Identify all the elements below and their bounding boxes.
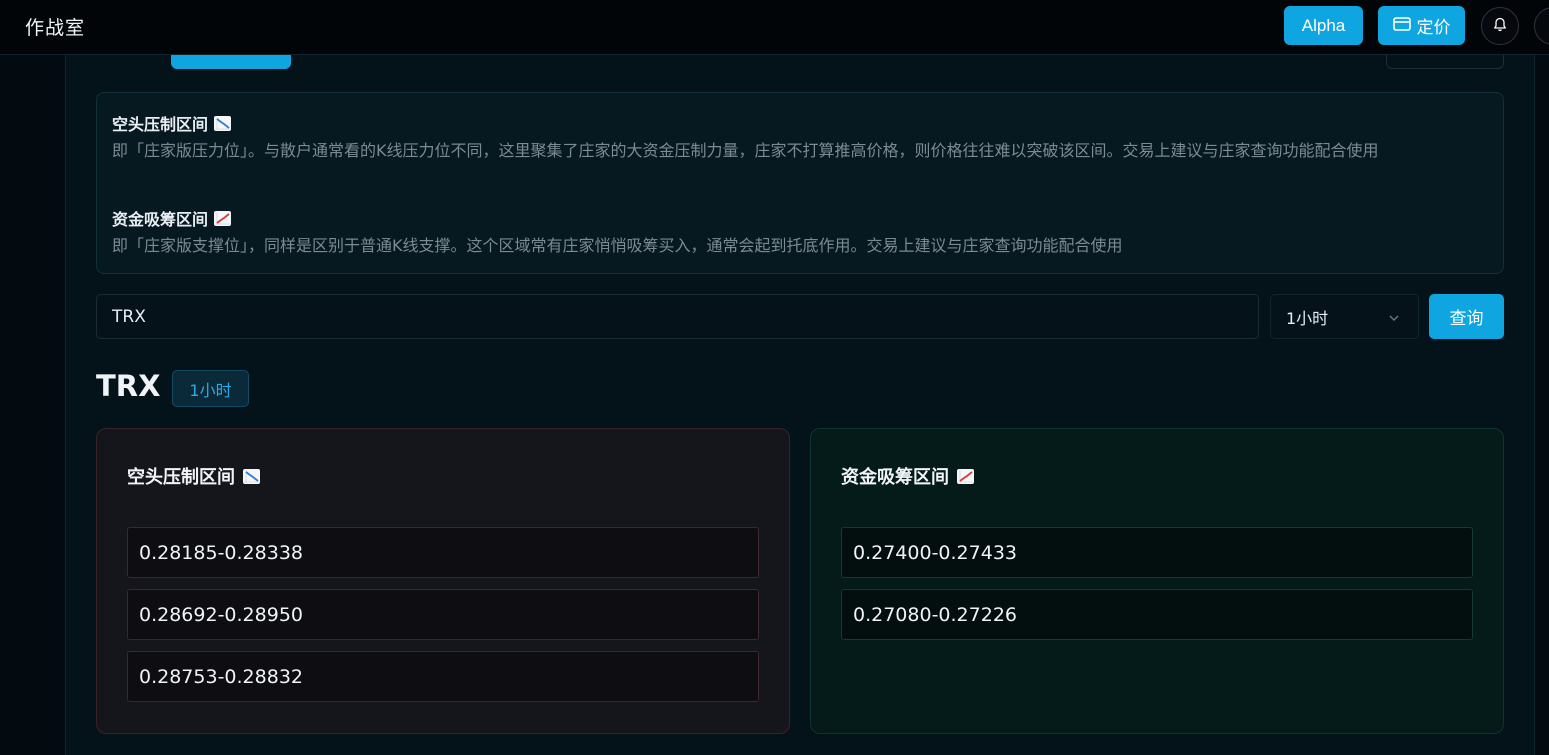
pricing-label: 定价 [1416,18,1451,37]
support-info-title: 资金吸筹区间 [112,206,232,230]
resistance-range-item: 0.28753-0.28832 [127,651,759,702]
interval-select[interactable]: 1小时 [1270,294,1419,339]
chart-increasing-icon [214,210,232,226]
support-card: 资金吸筹区间 0.27400-0.27433 0.27080-0.27226 [810,428,1504,734]
interval-select-value: 1小时 [1286,308,1329,328]
chart-increasing-icon [957,468,974,484]
top-bar: 作战室 Alpha 定价 [0,0,1549,55]
resistance-info-desc: 即「庄家版压力位」。与散户通常看的K线压力位不同，这里聚集了庄家的大资金压制力量… [112,141,1379,160]
support-range-item: 0.27080-0.27226 [841,589,1473,640]
interval-badge: 1小时 [172,370,249,407]
app-title: 作战室 [25,17,86,39]
resistance-card-title: 空头压制区间 [127,463,260,489]
info-box: 空头压制区间 即「庄家版压力位」。与散户通常看的K线压力位不同，这里聚集了庄家的… [96,92,1504,274]
resistance-info-title: 空头压制区间 [112,111,232,135]
support-info-title-text: 资金吸筹区间 [112,210,209,229]
header-action-button[interactable] [171,55,291,69]
header-secondary-button[interactable] [1386,55,1504,69]
symbol-input[interactable] [96,294,1259,339]
chevron-down-icon [1388,309,1400,328]
result-symbol: TRX [96,369,161,403]
resistance-range-item: 0.28692-0.28950 [127,589,759,640]
pricing-button[interactable]: 定价 [1378,6,1465,45]
resistance-range-item: 0.28185-0.28338 [127,527,759,578]
resistance-card-title-text: 空头压制区间 [127,467,235,488]
bell-icon [1493,17,1507,36]
credit-card-icon [1392,16,1411,36]
notification-button[interactable] [1481,7,1519,45]
chart-decreasing-icon [243,468,260,484]
support-info-desc: 即「庄家版支撑位」，同样是区别于普通K线支撑。这个区域常有庄家悄悄吸筹买入，通常… [112,236,1123,255]
alpha-button[interactable]: Alpha [1284,6,1363,45]
support-card-title: 资金吸筹区间 [841,463,974,489]
user-menu-button[interactable] [1534,7,1549,45]
resistance-info-title-text: 空头压制区间 [112,115,209,134]
query-button[interactable]: 查询 [1429,294,1504,339]
resistance-card: 空头压制区间 0.28185-0.28338 0.28692-0.28950 0… [96,428,790,734]
chart-decreasing-icon [214,115,232,131]
support-card-title-text: 资金吸筹区间 [841,467,949,488]
support-range-item: 0.27400-0.27433 [841,527,1473,578]
